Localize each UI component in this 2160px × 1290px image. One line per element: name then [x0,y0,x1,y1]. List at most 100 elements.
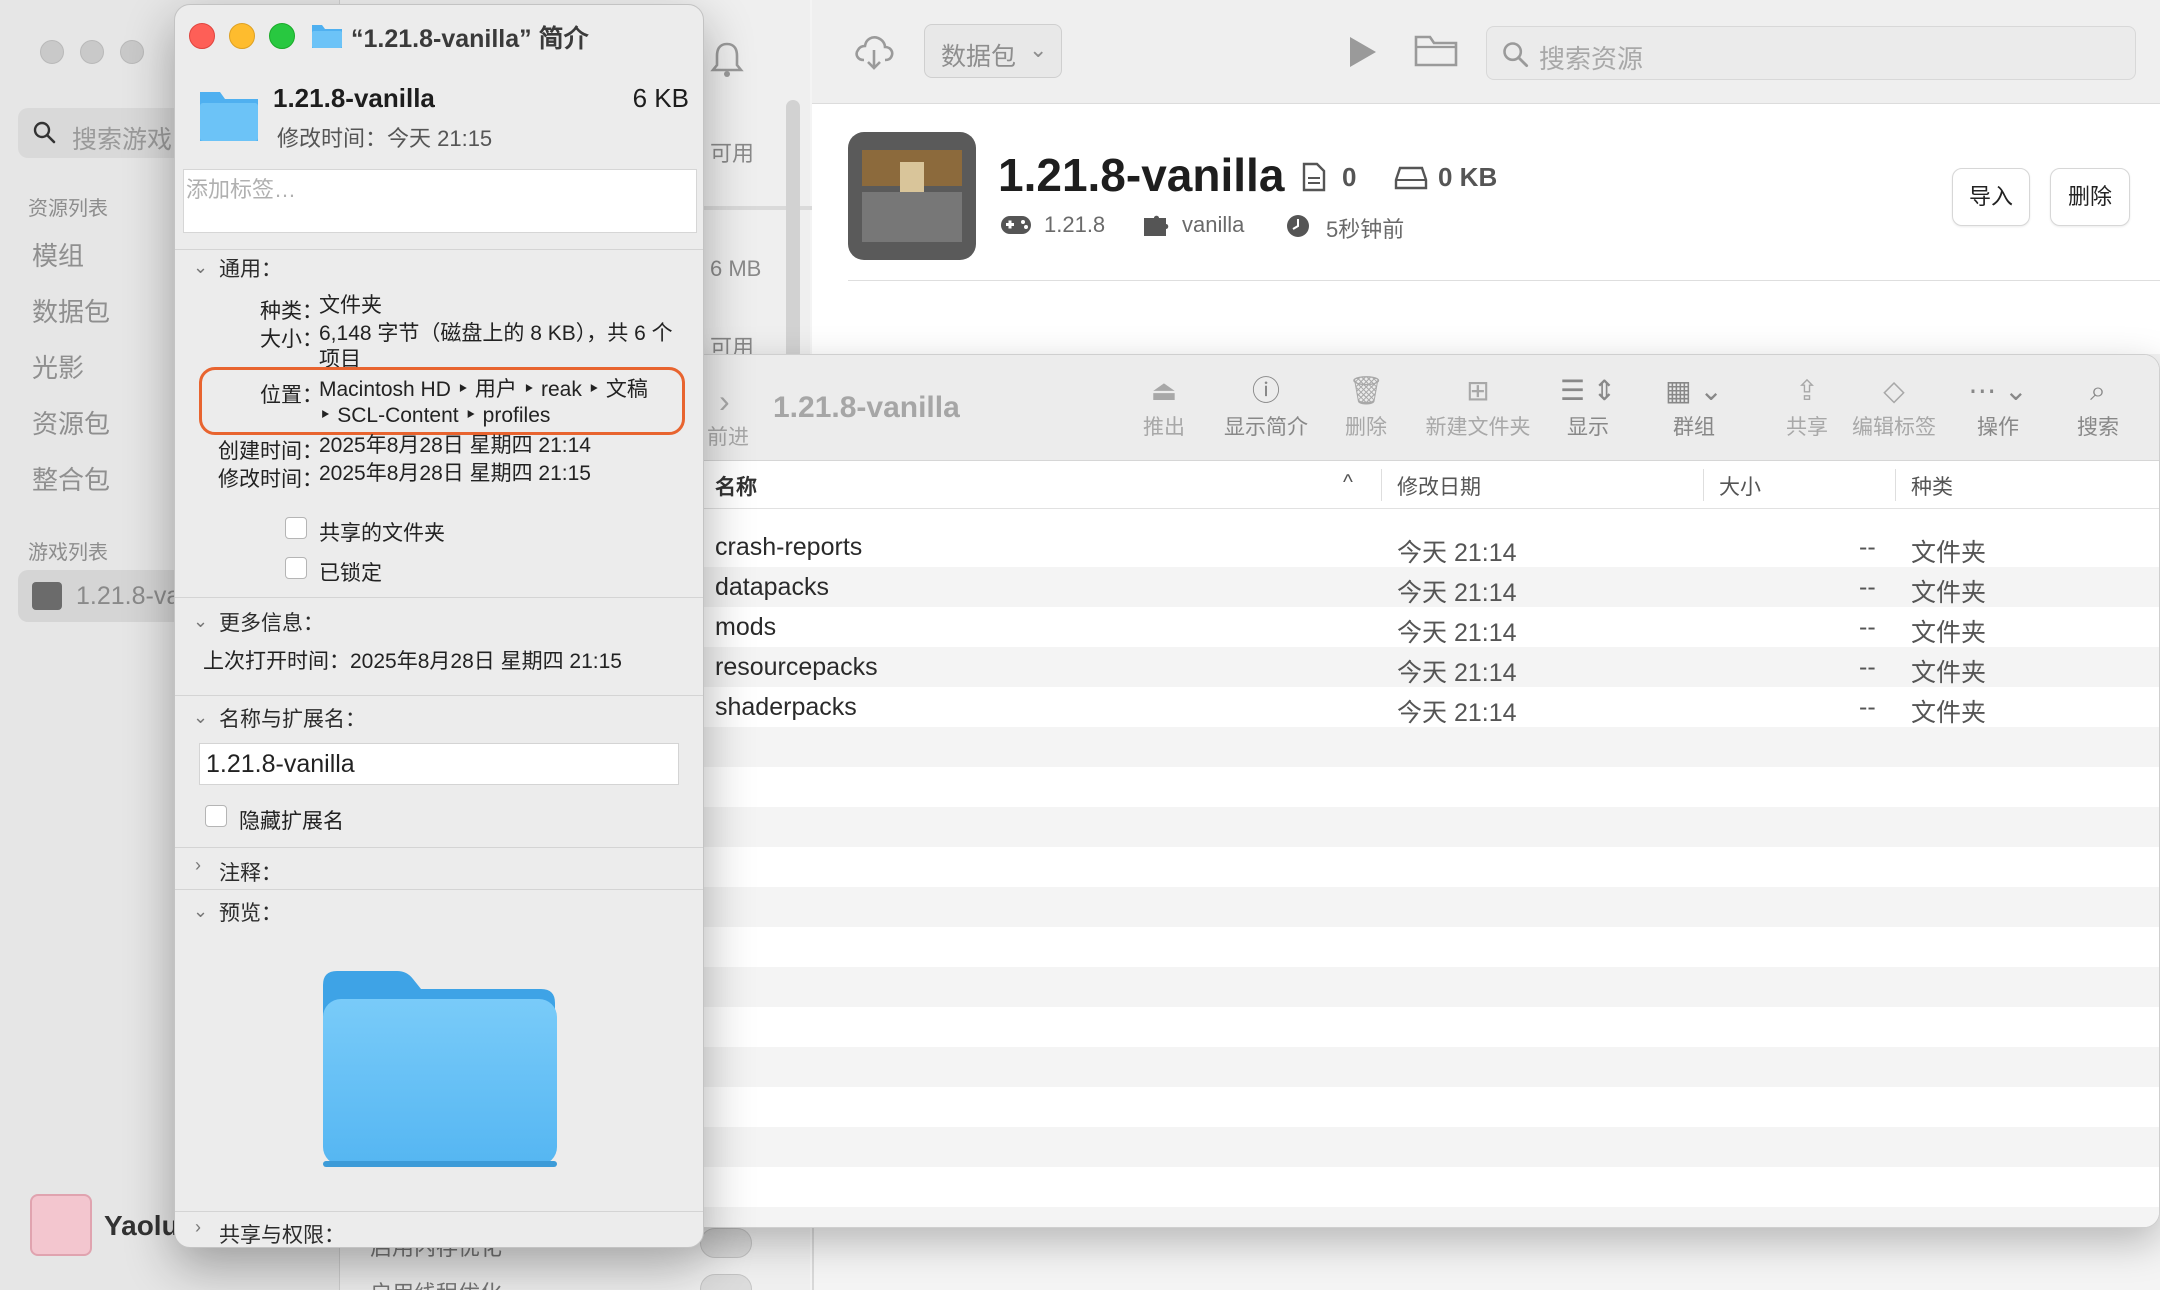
toolbar-edit-tags[interactable]: ◇ 编辑标签 [1839,371,1949,441]
group-label: 群组 [1673,416,1715,439]
file-size: -- [1859,613,1876,641]
file-modified: 今天 21:14 [1397,659,1517,687]
toolbar-get-info[interactable]: ⓘ 显示简介 [1201,371,1331,441]
more-info-heading[interactable]: 更多信息： [219,607,324,637]
import-button[interactable]: 导入 [1952,168,2030,226]
minimize-button[interactable] [229,23,255,49]
shared-folder-checkbox[interactable] [285,517,307,539]
sidebar-item-datapacks[interactable]: 数据包 [32,292,110,329]
search-label: 搜索 [2077,416,2119,439]
preview-heading[interactable]: 预览： [219,897,282,927]
sidebar-item-resourcepacks[interactable]: 资源包 [32,404,110,441]
share-icon: ⇪ [1795,375,1819,406]
section-divider [175,695,703,696]
file-size: -- [1859,573,1876,601]
toolbar-search[interactable]: ⌕ 搜索 [2063,371,2133,441]
sidebar-item-mods[interactable]: 模组 [32,236,84,273]
new-folder-label: 新建文件夹 [1425,416,1531,439]
resource-type-dropdown[interactable]: 数据包 ⌄ [924,24,1062,78]
toolbar-new-folder[interactable]: ⊞ 新建文件夹 [1413,371,1543,441]
col-modified[interactable]: 修改日期 [1397,471,1481,501]
games-heading: 游戏列表 [28,542,108,564]
window-minimize-inactive[interactable] [80,40,104,64]
file-kind: 文件夹 [1911,579,1987,607]
chevron-right-icon[interactable]: › [195,1217,201,1238]
modified-value: 2025年8月28日 星期四 21:15 [319,462,591,485]
trash-icon: 🗑 [1348,375,1384,406]
disk-icon [1394,166,1428,195]
sidebar-item-shaders[interactable]: 光影 [32,348,84,385]
comments-heading[interactable]: 注释： [219,857,282,887]
hide-extension-label: 隐藏扩展名 [239,810,344,833]
toolbar-delete[interactable]: 🗑 删除 [1331,371,1401,441]
profile-version: 1.21.8 [1044,212,1106,237]
search-icon: ⌕ [2090,375,2106,406]
chevron-down-icon[interactable]: ⌄ [193,611,208,632]
file-row[interactable]: crash-reports 今天 21:14 -- 文件夹 [691,527,2159,567]
close-button[interactable] [189,23,215,49]
zoom-button[interactable] [269,23,295,49]
empty-row [691,1127,2159,1167]
window-close-inactive[interactable] [40,40,64,64]
file-kind: 文件夹 [1911,539,1987,567]
search-icon [1503,42,1529,68]
chevron-down-icon[interactable]: ⌄ [193,257,208,278]
toolbar-eject[interactable]: ⏏ 推出 [1119,371,1209,441]
toolbar-view[interactable]: ☰ ⇕ 显示 [1553,371,1623,441]
delete-button[interactable]: 删除 [2050,168,2130,226]
file-row[interactable]: shaderpacks 今天 21:14 -- 文件夹 [691,687,2159,727]
col-name[interactable]: 名称 [715,471,757,501]
resource-search-input[interactable]: 搜索资源 [1486,26,2136,80]
chevron-right-icon[interactable]: › [719,383,730,420]
column-divider [1703,469,1704,501]
section-divider [175,847,703,848]
empty-row [691,1207,2159,1227]
sidebar-item-modpacks[interactable]: 整合包 [32,460,110,497]
name-ext-input[interactable]: 1.21.8-vanilla [199,743,679,785]
bell-icon[interactable] [710,40,744,83]
file-row[interactable]: resourcepacks 今天 21:14 -- 文件夹 [691,647,2159,687]
tags-field[interactable]: 添加标签… [183,169,697,233]
gamepad-icon [1000,214,1032,241]
thread-opt-toggle[interactable] [700,1274,752,1290]
file-count: 0 [1342,162,1357,192]
profile-separator [848,280,2160,281]
user-avatar[interactable] [30,1194,92,1256]
hide-extension-checkbox[interactable] [205,805,227,827]
file-kind: 文件夹 [1911,659,1987,687]
name-ext-heading[interactable]: 名称与扩展名： [219,703,366,733]
middle-scrollbar[interactable] [786,100,800,360]
general-heading[interactable]: 通用： [219,253,282,283]
eject-label: 推出 [1143,416,1185,439]
file-row[interactable]: mods 今天 21:14 -- 文件夹 [691,607,2159,647]
profile-loader: vanilla [1182,212,1245,237]
search-icon [33,121,56,144]
play-icon[interactable] [1346,34,1378,75]
folder-icon[interactable] [1414,34,1458,73]
chevron-down-icon[interactable]: ⌄ [193,707,208,728]
info-item-modified: 修改时间：今天 21:15 [277,126,493,151]
cloud-download-icon[interactable] [852,30,896,77]
toolbar-action[interactable]: ⋯ ⌄ 操作 [1953,371,2043,441]
col-kind[interactable]: 种类 [1911,471,1953,501]
file-count-icon [1302,162,1326,197]
chevron-down-icon[interactable]: ⌄ [193,901,208,922]
game-icon [32,582,62,610]
thread-opt-label: 启用线程优化 [370,1276,502,1290]
col-size[interactable]: 大小 [1719,471,1761,501]
locked-checkbox[interactable] [285,557,307,579]
section-divider [175,889,703,890]
window-zoom-inactive[interactable] [120,40,144,64]
chevron-right-icon[interactable]: › [195,855,201,876]
empty-row [691,727,2159,767]
file-row[interactable]: datapacks 今天 21:14 -- 文件夹 [691,567,2159,607]
memory-opt-toggle[interactable] [700,1228,752,1258]
sharing-heading[interactable]: 共享与权限： [219,1219,345,1247]
file-modified: 今天 21:14 [1397,539,1517,567]
file-name: resourcepacks [715,653,878,681]
toolbar-share[interactable]: ⇪ 共享 [1777,371,1837,441]
toolbar-group[interactable]: ▦ ⌄ 群组 [1659,371,1729,441]
file-name: shaderpacks [715,693,857,721]
view-label: 显示 [1567,416,1609,439]
created-value: 2025年8月28日 星期四 21:14 [319,434,591,457]
